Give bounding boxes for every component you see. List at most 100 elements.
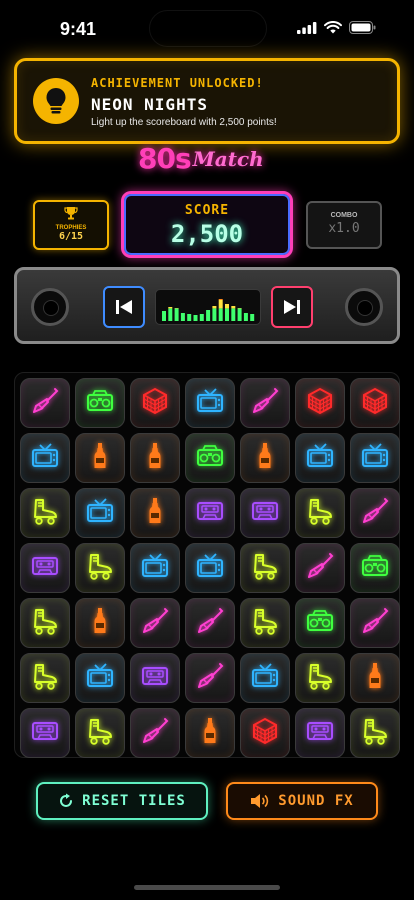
signal-icon xyxy=(297,21,317,34)
score-panel: SCORE 2,500 xyxy=(121,191,293,258)
tile-guitar[interactable] xyxy=(130,708,180,758)
achievement-banner[interactable]: ACHIEVEMENT UNLOCKED! NEON NIGHTS Light … xyxy=(14,58,400,144)
game-logo: 80s Match xyxy=(138,138,264,174)
roller-skate-icon xyxy=(30,606,60,640)
tile-boombox[interactable] xyxy=(350,543,400,593)
tile-tv[interactable] xyxy=(240,653,290,703)
boombox-player xyxy=(14,267,400,344)
combo-value: x1.0 xyxy=(328,221,360,236)
tile-tv[interactable] xyxy=(295,433,345,483)
tile-tv[interactable] xyxy=(130,543,180,593)
tile-bottle[interactable] xyxy=(185,708,235,758)
tile-tv[interactable] xyxy=(350,433,400,483)
skip-forward-icon xyxy=(284,300,300,314)
tile-cassette[interactable] xyxy=(20,708,70,758)
tile-guitar[interactable] xyxy=(185,598,235,648)
tile-skate[interactable] xyxy=(240,598,290,648)
tile-cassette[interactable] xyxy=(20,543,70,593)
tile-guitar[interactable] xyxy=(185,653,235,703)
tile-skate[interactable] xyxy=(75,543,125,593)
tile-skate[interactable] xyxy=(295,653,345,703)
trophies-panel[interactable]: TROPHIES 6/15 xyxy=(33,200,109,250)
tile-cassette[interactable] xyxy=(130,653,180,703)
logo-80s: 80s xyxy=(138,142,192,175)
home-indicator[interactable] xyxy=(134,885,280,890)
tile-cube[interactable] xyxy=(240,708,290,758)
tile-tv[interactable] xyxy=(75,488,125,538)
guitar-icon xyxy=(195,606,225,640)
previous-track-button[interactable] xyxy=(103,286,145,328)
tv-icon xyxy=(250,661,280,695)
tile-skate[interactable] xyxy=(20,488,70,538)
eq-bar xyxy=(174,308,179,321)
tile-skate[interactable] xyxy=(295,488,345,538)
tile-bottle[interactable] xyxy=(75,433,125,483)
skip-back-icon xyxy=(116,300,132,314)
tile-skate[interactable] xyxy=(240,543,290,593)
tile-boombox[interactable] xyxy=(295,598,345,648)
score-label: SCORE xyxy=(184,203,230,218)
tile-bottle[interactable] xyxy=(130,488,180,538)
tile-guitar[interactable] xyxy=(295,543,345,593)
guitar-icon xyxy=(250,386,280,420)
cassette-icon xyxy=(250,496,280,530)
tile-tv[interactable] xyxy=(20,433,70,483)
status-bar: 9:41 xyxy=(0,0,414,54)
tile-cassette[interactable] xyxy=(185,488,235,538)
tv-icon xyxy=(195,551,225,585)
tile-cube[interactable] xyxy=(350,378,400,428)
right-speaker xyxy=(345,288,383,326)
bottle-icon xyxy=(85,606,115,640)
tile-bottle[interactable] xyxy=(350,653,400,703)
eq-bar xyxy=(225,304,229,309)
battery-icon xyxy=(349,21,376,34)
bottle-icon xyxy=(140,496,170,530)
tile-guitar[interactable] xyxy=(240,378,290,428)
guitar-icon xyxy=(360,496,390,530)
roller-skate-icon xyxy=(250,551,280,585)
tile-skate[interactable] xyxy=(350,708,400,758)
guitar-icon xyxy=(140,716,170,750)
next-track-button[interactable] xyxy=(271,286,313,328)
reset-tiles-button[interactable]: RESET TILES xyxy=(36,782,208,820)
tile-cube[interactable] xyxy=(130,378,180,428)
tile-skate[interactable] xyxy=(20,653,70,703)
eq-bar xyxy=(218,300,223,309)
guitar-icon xyxy=(140,606,170,640)
tile-bottle[interactable] xyxy=(240,433,290,483)
eq-bar xyxy=(243,313,248,321)
roller-skate-icon xyxy=(30,496,60,530)
tile-tv[interactable] xyxy=(75,653,125,703)
tile-cassette[interactable] xyxy=(295,708,345,758)
eq-bar xyxy=(212,306,217,309)
tile-tv[interactable] xyxy=(185,543,235,593)
dynamic-island xyxy=(149,10,267,47)
tile-boombox[interactable] xyxy=(75,378,125,428)
wifi-icon xyxy=(324,21,342,34)
tile-cassette[interactable] xyxy=(240,488,290,538)
tile-tv[interactable] xyxy=(185,378,235,428)
tile-guitar[interactable] xyxy=(20,378,70,428)
tile-guitar[interactable] xyxy=(350,488,400,538)
achievement-description: Light up the scoreboard with 2,500 point… xyxy=(91,117,277,128)
roller-skate-icon xyxy=(85,551,115,585)
rubiks-cube-icon xyxy=(250,716,280,750)
tile-bottle[interactable] xyxy=(130,433,180,483)
tile-skate[interactable] xyxy=(75,708,125,758)
roller-skate-icon xyxy=(30,661,60,695)
cassette-icon xyxy=(30,716,60,750)
roller-skate-icon xyxy=(305,496,335,530)
equalizer-display xyxy=(155,289,261,325)
tile-skate[interactable] xyxy=(20,598,70,648)
eq-bar xyxy=(218,299,223,300)
tile-boombox[interactable] xyxy=(185,433,235,483)
tile-guitar[interactable] xyxy=(130,598,180,648)
tile-cube[interactable] xyxy=(295,378,345,428)
tile-guitar[interactable] xyxy=(350,598,400,648)
eq-bar xyxy=(168,307,173,309)
refresh-icon xyxy=(60,793,73,807)
cassette-icon xyxy=(305,716,335,750)
tile-bottle[interactable] xyxy=(75,598,125,648)
roller-skate-icon xyxy=(305,661,335,695)
sound-fx-button[interactable]: SOUND FX xyxy=(226,782,378,820)
